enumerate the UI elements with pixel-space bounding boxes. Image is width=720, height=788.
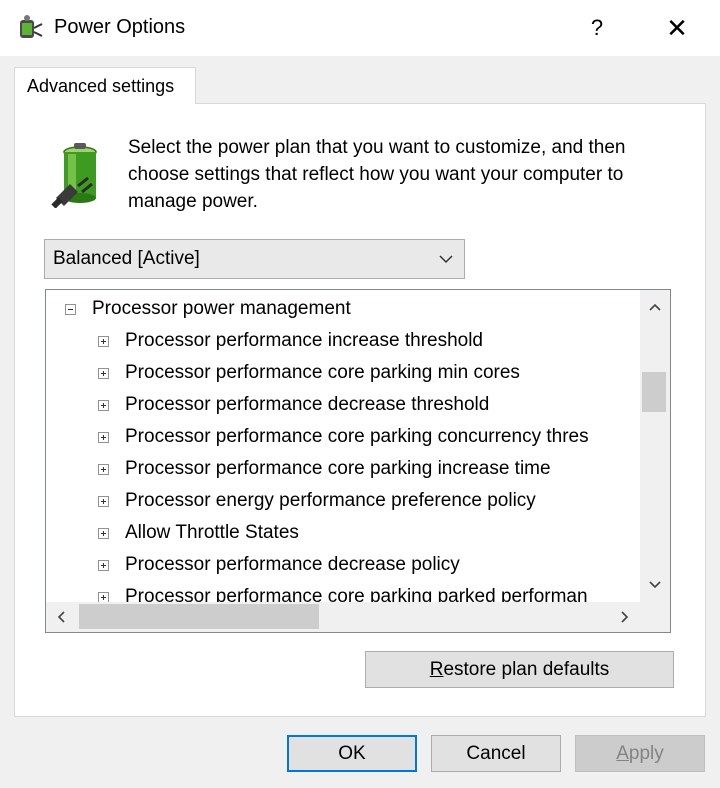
expand-icon[interactable]: [98, 400, 109, 411]
cancel-button[interactable]: Cancel: [431, 735, 561, 772]
tree-item-label: Processor power management: [92, 298, 351, 319]
power-plug-icon: [16, 14, 44, 42]
power-plan-select-value: Balanced [Active]: [53, 248, 200, 269]
battery-plug-icon: [50, 140, 110, 209]
help-button[interactable]: ?: [574, 8, 620, 48]
restore-label: estore plan defaults: [443, 658, 610, 680]
collapse-icon[interactable]: [65, 304, 76, 315]
expand-icon[interactable]: [98, 336, 109, 347]
restore-plan-defaults-button[interactable]: Restore plan defaults: [365, 651, 674, 688]
settings-tree[interactable]: Processor power management Processor per…: [45, 289, 671, 633]
vertical-scrollbar[interactable]: [640, 290, 670, 602]
expand-icon[interactable]: [98, 432, 109, 443]
window-title: Power Options: [54, 16, 186, 38]
horizontal-scroll-thumb[interactable]: [79, 604, 319, 629]
tab-label: Advanced settings: [27, 76, 175, 96]
expand-icon[interactable]: [98, 368, 109, 379]
description-text: Select the power plan that you want to c…: [128, 137, 626, 212]
vertical-scroll-thumb[interactable]: [642, 372, 666, 412]
expand-icon[interactable]: [98, 560, 109, 571]
close-button[interactable]: ✕: [654, 8, 700, 48]
expand-icon[interactable]: [98, 592, 109, 602]
tree-item-label: Processor performance core parking incre…: [125, 458, 551, 479]
tree-item-label: Processor performance decrease threshold: [125, 394, 490, 415]
ok-button[interactable]: OK: [287, 735, 417, 772]
tree-item-label: Processor performance core parking parke…: [125, 586, 588, 602]
horizontal-scrollbar[interactable]: [46, 602, 640, 632]
title-bar: Power Options ? ✕: [0, 0, 720, 56]
tree-viewport: Processor power management Processor per…: [46, 290, 640, 602]
tree-item-label: Processor performance core parking concu…: [125, 426, 589, 447]
scrollbar-corner: [640, 602, 670, 632]
scroll-up-icon[interactable]: [640, 290, 670, 324]
tree-item-label: Processor performance decrease policy: [125, 554, 460, 575]
tree-item-label: Processor performance increase threshold: [125, 330, 484, 351]
scroll-down-icon[interactable]: [640, 568, 670, 602]
restore-mnemonic: R: [429, 658, 444, 680]
power-plan-select[interactable]: Balanced [Active]: [44, 239, 465, 279]
expand-icon[interactable]: [98, 464, 109, 475]
tab-advanced-settings[interactable]: Advanced settings: [14, 67, 196, 104]
apply-mnemonic: A: [616, 742, 629, 764]
scroll-left-icon[interactable]: [46, 602, 76, 632]
expand-icon[interactable]: [98, 496, 109, 507]
scroll-right-icon[interactable]: [610, 602, 640, 632]
tree-item-label: Allow Throttle States: [125, 522, 299, 543]
expand-icon[interactable]: [98, 528, 109, 539]
tree-item-label: Processor energy performance preference …: [125, 490, 536, 511]
apply-button[interactable]: Apply: [575, 735, 705, 772]
chevron-down-icon: [438, 252, 454, 266]
tree-item-label: Processor performance core parking min c…: [125, 362, 520, 383]
apply-label: pply: [628, 742, 664, 764]
